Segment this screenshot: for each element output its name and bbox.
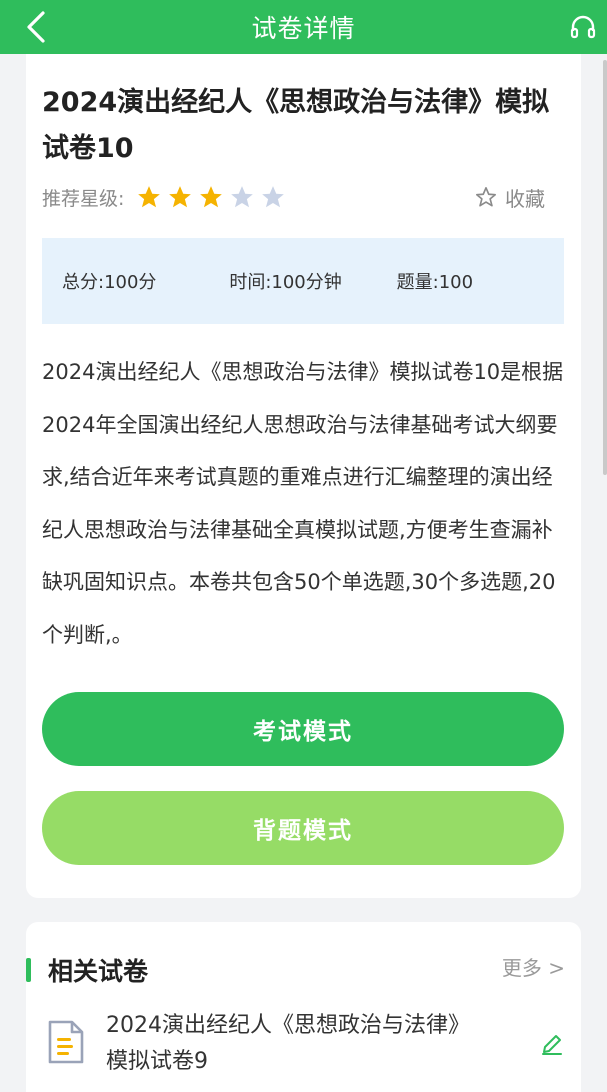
favorite-button[interactable]: 收藏 xyxy=(475,180,545,214)
exam-mode-button[interactable]: 考试模式 xyxy=(42,692,564,766)
document-icon xyxy=(48,1020,84,1064)
headset-icon xyxy=(570,15,596,39)
star-outline-icon xyxy=(476,187,496,207)
headset-button[interactable] xyxy=(569,13,597,41)
paper-info-box: 总分:100分 时间:100分钟 题量:100 xyxy=(42,238,564,324)
related-paper-item[interactable]: 2024演出经纪人《思想政治与法律》模拟试卷9 xyxy=(46,1004,566,1092)
rating-row: 推荐星级: 收藏 xyxy=(42,180,567,214)
favorite-label: 收藏 xyxy=(505,186,545,211)
star-icon xyxy=(138,186,161,208)
pencil-icon[interactable] xyxy=(540,1032,564,1056)
top-app-bar: 试卷详情 xyxy=(0,0,607,54)
star-icon xyxy=(169,186,192,208)
rating-label: 推荐星级: xyxy=(42,187,125,210)
star-icon xyxy=(200,186,223,208)
back-button[interactable] xyxy=(18,9,54,45)
star-rating xyxy=(136,184,286,210)
paper-detail-card: 2024演出经纪人《思想政治与法律》模拟试卷10 推荐星级: 收藏 总分:100… xyxy=(26,54,581,898)
more-link[interactable]: 更多 > xyxy=(502,952,565,981)
paper-title: 2024演出经纪人《思想政治与法律》模拟试卷10 xyxy=(42,87,550,164)
scrollbar[interactable] xyxy=(603,60,607,475)
star-icon xyxy=(262,186,285,208)
related-paper-title: 2024演出经纪人《思想政治与法律》模拟试卷9 xyxy=(106,1013,470,1074)
section-accent-bar xyxy=(26,958,31,982)
star-icon xyxy=(231,186,254,208)
chevron-left-icon xyxy=(27,11,45,43)
section-title: 相关试卷 xyxy=(48,957,149,986)
related-papers-section: 相关试卷 更多 > 2024演出经纪人《思想政治与法律》模拟试卷9 xyxy=(26,922,581,1092)
exam-time: 时间:100分钟 xyxy=(229,272,342,293)
recite-mode-button[interactable]: 背题模式 xyxy=(42,791,564,865)
question-count: 题量:100 xyxy=(396,272,474,293)
paper-description: 2024演出经纪人《思想政治与法律》模拟试卷10是根据2024年全国演出经纪人思… xyxy=(42,360,564,647)
page-title: 试卷详情 xyxy=(251,14,356,43)
total-score: 总分:100分 xyxy=(62,272,157,293)
